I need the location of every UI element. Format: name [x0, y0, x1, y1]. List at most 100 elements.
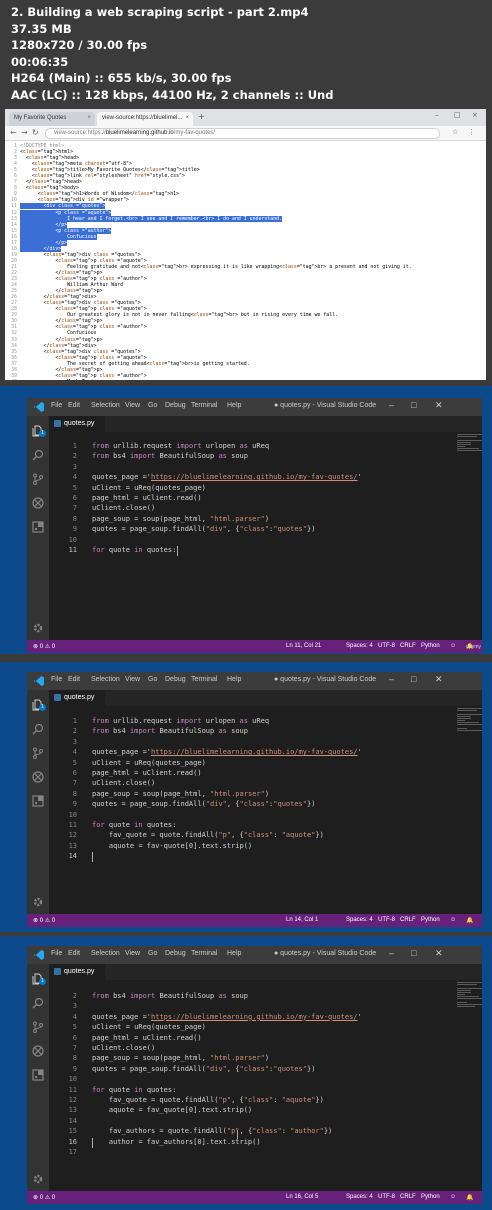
status-encoding[interactable]: UTF-8 [378, 1194, 395, 1200]
search-icon[interactable] [32, 994, 44, 1009]
source-control-icon[interactable] [32, 470, 44, 485]
menu-terminal[interactable]: Terminal [191, 950, 217, 957]
debug-icon[interactable] [32, 494, 44, 509]
debug-icon[interactable] [32, 1042, 44, 1057]
line-number: 16 [68, 1137, 77, 1146]
extensions-icon[interactable] [32, 1066, 44, 1081]
close-icon[interactable]: ✕ [435, 400, 443, 411]
menu-file[interactable]: File [51, 402, 62, 409]
code-editor[interactable]: 2 from bs4 import BeautifulSoup as soup 3 4… [49, 980, 482, 1191]
menu-terminal[interactable]: Terminal [191, 676, 217, 683]
status-language-mode[interactable]: Python [421, 1194, 440, 1200]
menu-view[interactable]: View [125, 676, 140, 683]
gear-icon[interactable] [32, 619, 44, 633]
status-cursor-position[interactable]: Ln 11, Col 21 [286, 643, 321, 649]
menu-help[interactable]: Help [227, 402, 241, 409]
menu-view[interactable]: View [125, 950, 140, 957]
file-size: 37.35 MB [11, 21, 72, 36]
maximize-icon[interactable]: □ [411, 674, 416, 684]
menu-view[interactable]: View [125, 402, 140, 409]
line-number: 2 [72, 992, 77, 1000]
menu-edit[interactable]: Edit [68, 950, 80, 957]
menu-file[interactable]: File [51, 676, 62, 683]
minimap[interactable] [457, 434, 482, 454]
gear-icon[interactable] [32, 1170, 44, 1184]
line-code: uClient.close() [92, 1044, 156, 1052]
menu-debug[interactable]: Debug [165, 402, 186, 409]
smiley-icon[interactable]: ☺ [450, 917, 456, 923]
status-cursor-position[interactable]: Ln 14, Col 1 [286, 917, 318, 923]
menu-file[interactable]: File [51, 950, 62, 957]
problems-indicator[interactable]: ⊗ 0 ⚠ 0 [33, 643, 55, 650]
status-language-mode[interactable]: Python [421, 643, 440, 649]
minimap[interactable] [457, 982, 482, 1010]
extensions-icon[interactable] [32, 518, 44, 533]
maximize-icon[interactable]: □ [411, 400, 416, 410]
extensions-icon[interactable] [32, 792, 44, 807]
tab-quotes-py[interactable]: quotes.py [49, 416, 105, 432]
browser-tab-view-source[interactable]: view-source:https://bluelimel... × [97, 112, 193, 126]
menu-debug[interactable]: Debug [165, 950, 186, 957]
status-line-ending[interactable]: CRLF [400, 917, 416, 923]
line-code: from bs4 import BeautifulSoup as soup [92, 727, 248, 736]
address-bar[interactable]: view-source:https://bluelimelearning.git… [45, 128, 440, 139]
minimize-icon[interactable]: – [389, 674, 394, 684]
code-editor[interactable]: 1 from urllib.request import urlopen as u… [49, 706, 482, 914]
close-icon[interactable]: × [87, 115, 91, 121]
code-editor[interactable]: 1 from urllib.request import urlopen as u… [49, 432, 482, 640]
status-indentation[interactable]: Spaces: 4 [346, 917, 373, 923]
status-line-ending[interactable]: CRLF [400, 1194, 416, 1200]
minimap[interactable] [457, 708, 482, 732]
forward-icon[interactable]: → [21, 128, 28, 137]
smiley-icon[interactable]: ☺ [450, 643, 456, 649]
close-icon[interactable]: ✕ [435, 948, 443, 959]
menu-edit[interactable]: Edit [68, 402, 80, 409]
problems-indicator[interactable]: ⊗ 0 ⚠ 0 [33, 917, 55, 924]
browser-tab-quotes[interactable]: My Favorite Quotes × [9, 112, 95, 126]
back-icon[interactable]: ← [10, 128, 17, 137]
maximize-icon[interactable]: □ [454, 111, 461, 119]
menu-selection[interactable]: Selection [91, 402, 120, 409]
status-indentation[interactable]: Spaces: 4 [346, 643, 373, 649]
close-icon[interactable]: × [185, 115, 189, 121]
bell-icon[interactable]: 🔔 [466, 1194, 473, 1201]
menu-selection[interactable]: Selection [91, 950, 120, 957]
smiley-icon[interactable]: ☺ [450, 1194, 456, 1200]
menu-go[interactable]: Go [148, 676, 157, 683]
minimize-icon[interactable]: – [435, 111, 439, 119]
bell-icon[interactable]: 🔔 [466, 917, 473, 924]
tab-quotes-py[interactable]: quotes.py [49, 690, 105, 706]
close-window-icon[interactable]: × [472, 111, 478, 119]
minimize-icon[interactable]: – [389, 400, 394, 410]
status-indentation[interactable]: Spaces: 4 [346, 1194, 373, 1200]
status-language-mode[interactable]: Python [421, 917, 440, 923]
menu-help[interactable]: Help [227, 676, 241, 683]
debug-icon[interactable] [32, 768, 44, 783]
menu-debug[interactable]: Debug [165, 676, 186, 683]
close-icon[interactable]: ✕ [435, 674, 443, 685]
new-tab-icon[interactable]: + [198, 112, 205, 121]
menu-selection[interactable]: Selection [91, 676, 120, 683]
problems-indicator[interactable]: ⊗ 0 ⚠ 0 [33, 1194, 55, 1201]
source-control-icon[interactable] [32, 744, 44, 759]
reload-icon[interactable]: ↻ [32, 128, 39, 137]
bookmark-star-icon[interactable]: ☆ [452, 128, 458, 136]
source-control-icon[interactable] [32, 1018, 44, 1033]
menu-edit[interactable]: Edit [68, 676, 80, 683]
maximize-icon[interactable]: □ [411, 948, 416, 958]
menu-go[interactable]: Go [148, 950, 157, 957]
search-icon[interactable] [32, 720, 44, 735]
status-line-ending[interactable]: CRLF [400, 643, 416, 649]
status-cursor-position[interactable]: Ln 16, Col 5 [286, 1194, 318, 1200]
explorer-badge: 1 [39, 978, 46, 985]
tab-quotes-py[interactable]: quotes.py [49, 964, 105, 980]
menu-terminal[interactable]: Terminal [191, 402, 217, 409]
minimize-icon[interactable]: – [389, 948, 394, 958]
status-encoding[interactable]: UTF-8 [378, 917, 395, 923]
gear-icon[interactable] [32, 893, 44, 907]
status-encoding[interactable]: UTF-8 [378, 643, 395, 649]
menu-help[interactable]: Help [227, 950, 241, 957]
menu-go[interactable]: Go [148, 402, 157, 409]
menu-icon[interactable]: ⋮ [468, 128, 475, 136]
search-icon[interactable] [32, 446, 44, 461]
